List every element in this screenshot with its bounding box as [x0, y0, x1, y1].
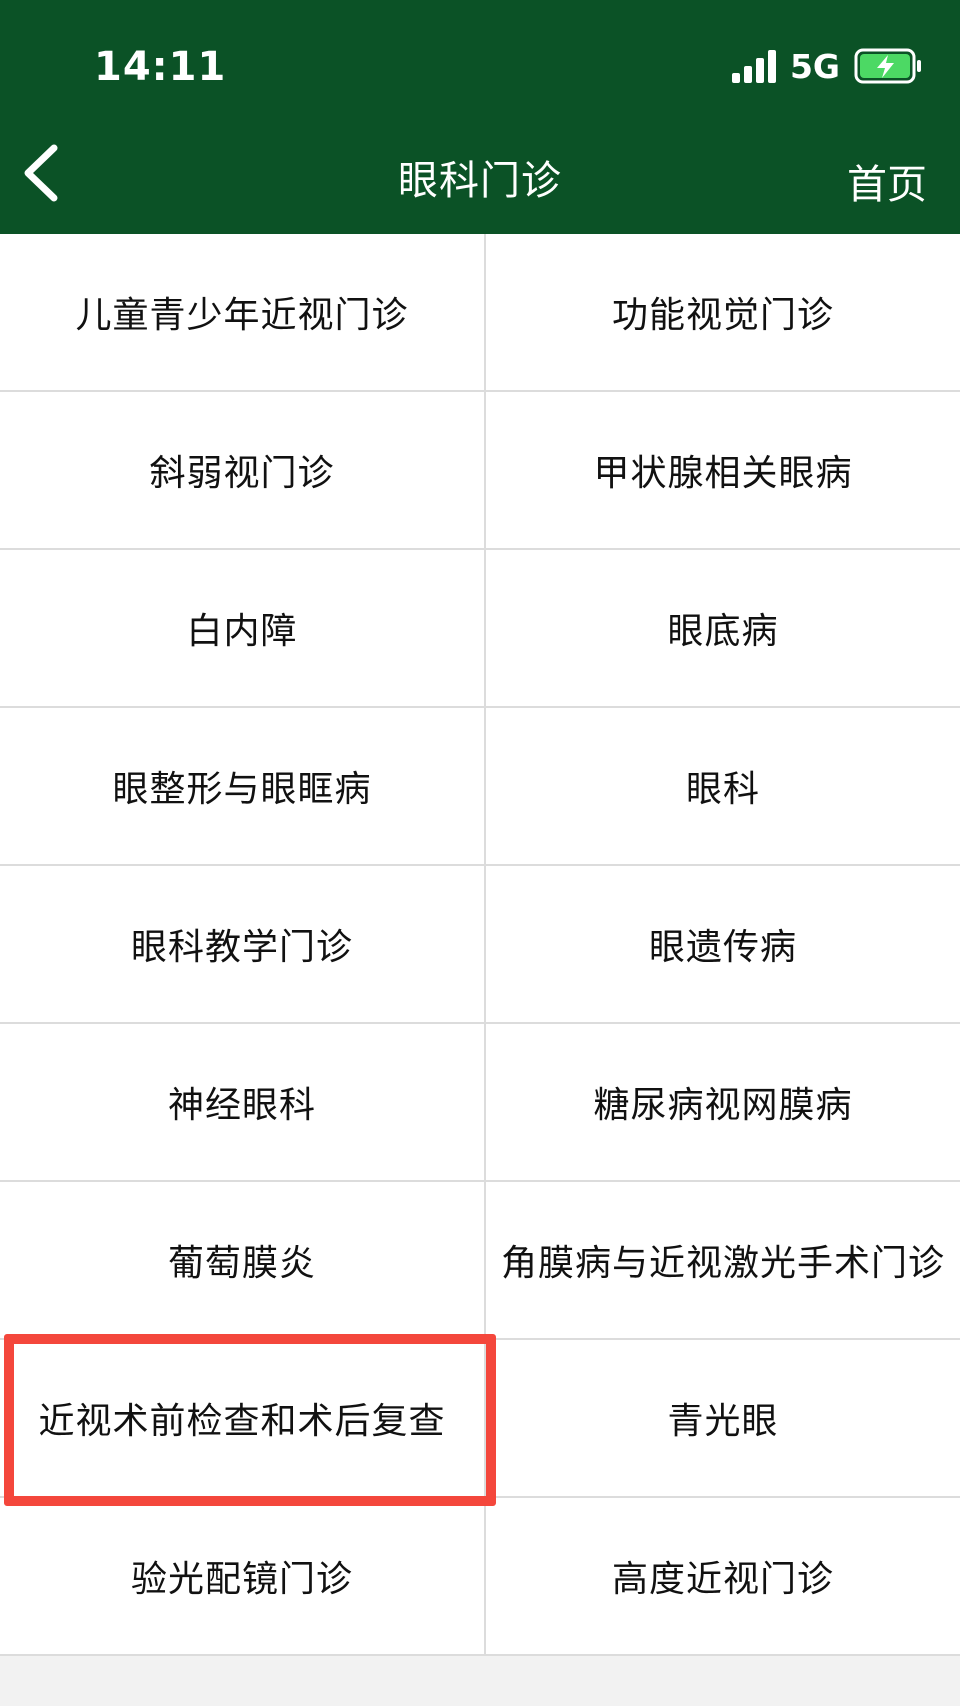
department-item[interactable]: 甲状腺相关眼病: [486, 392, 960, 550]
battery-charging-icon: [854, 48, 921, 84]
department-item[interactable]: 眼底病: [486, 550, 960, 708]
department-item[interactable]: 斜弱视门诊: [0, 392, 486, 550]
department-grid: 儿童青少年近视门诊 功能视觉门诊 斜弱视门诊 甲状腺相关眼病 白内障 眼底病 眼整形与眼眶病…: [0, 234, 960, 1656]
department-item[interactable]: 近视术前检查和术后复查: [0, 1340, 486, 1498]
department-item[interactable]: 功能视觉门诊: [486, 234, 960, 392]
department-item[interactable]: 葡萄膜炎: [0, 1182, 486, 1340]
page-title: 眼科门诊: [398, 158, 562, 204]
department-item[interactable]: 眼科: [486, 708, 960, 866]
department-item[interactable]: 眼遗传病: [486, 866, 960, 1024]
department-item[interactable]: 糖尿病视网膜病: [486, 1024, 960, 1182]
status-time: 14:11: [94, 44, 227, 90]
department-item[interactable]: 验光配镜门诊: [0, 1498, 486, 1656]
screen: 14:11 5G 眼科门诊 首页 儿童青少年近视门诊 功能视觉门诊 斜弱视门诊 甲状腺…: [0, 0, 960, 1706]
department-item[interactable]: 眼整形与眼眶病: [0, 708, 486, 866]
department-item[interactable]: 高度近视门诊: [486, 1498, 960, 1656]
network-type: 5G: [789, 46, 840, 86]
department-item[interactable]: 神经眼科: [0, 1024, 486, 1182]
department-item[interactable]: 角膜病与近视激光手术门诊: [486, 1182, 960, 1340]
status-indicators: 5G: [731, 46, 922, 86]
department-item[interactable]: 眼科教学门诊: [0, 866, 486, 1024]
department-item[interactable]: 儿童青少年近视门诊: [0, 234, 486, 392]
department-item[interactable]: 白内障: [0, 550, 486, 708]
department-item[interactable]: 青光眼: [486, 1340, 960, 1498]
home-button[interactable]: 首页: [847, 152, 927, 210]
signal-icon: [731, 49, 776, 83]
header: 14:11 5G 眼科门诊 首页: [0, 0, 960, 234]
